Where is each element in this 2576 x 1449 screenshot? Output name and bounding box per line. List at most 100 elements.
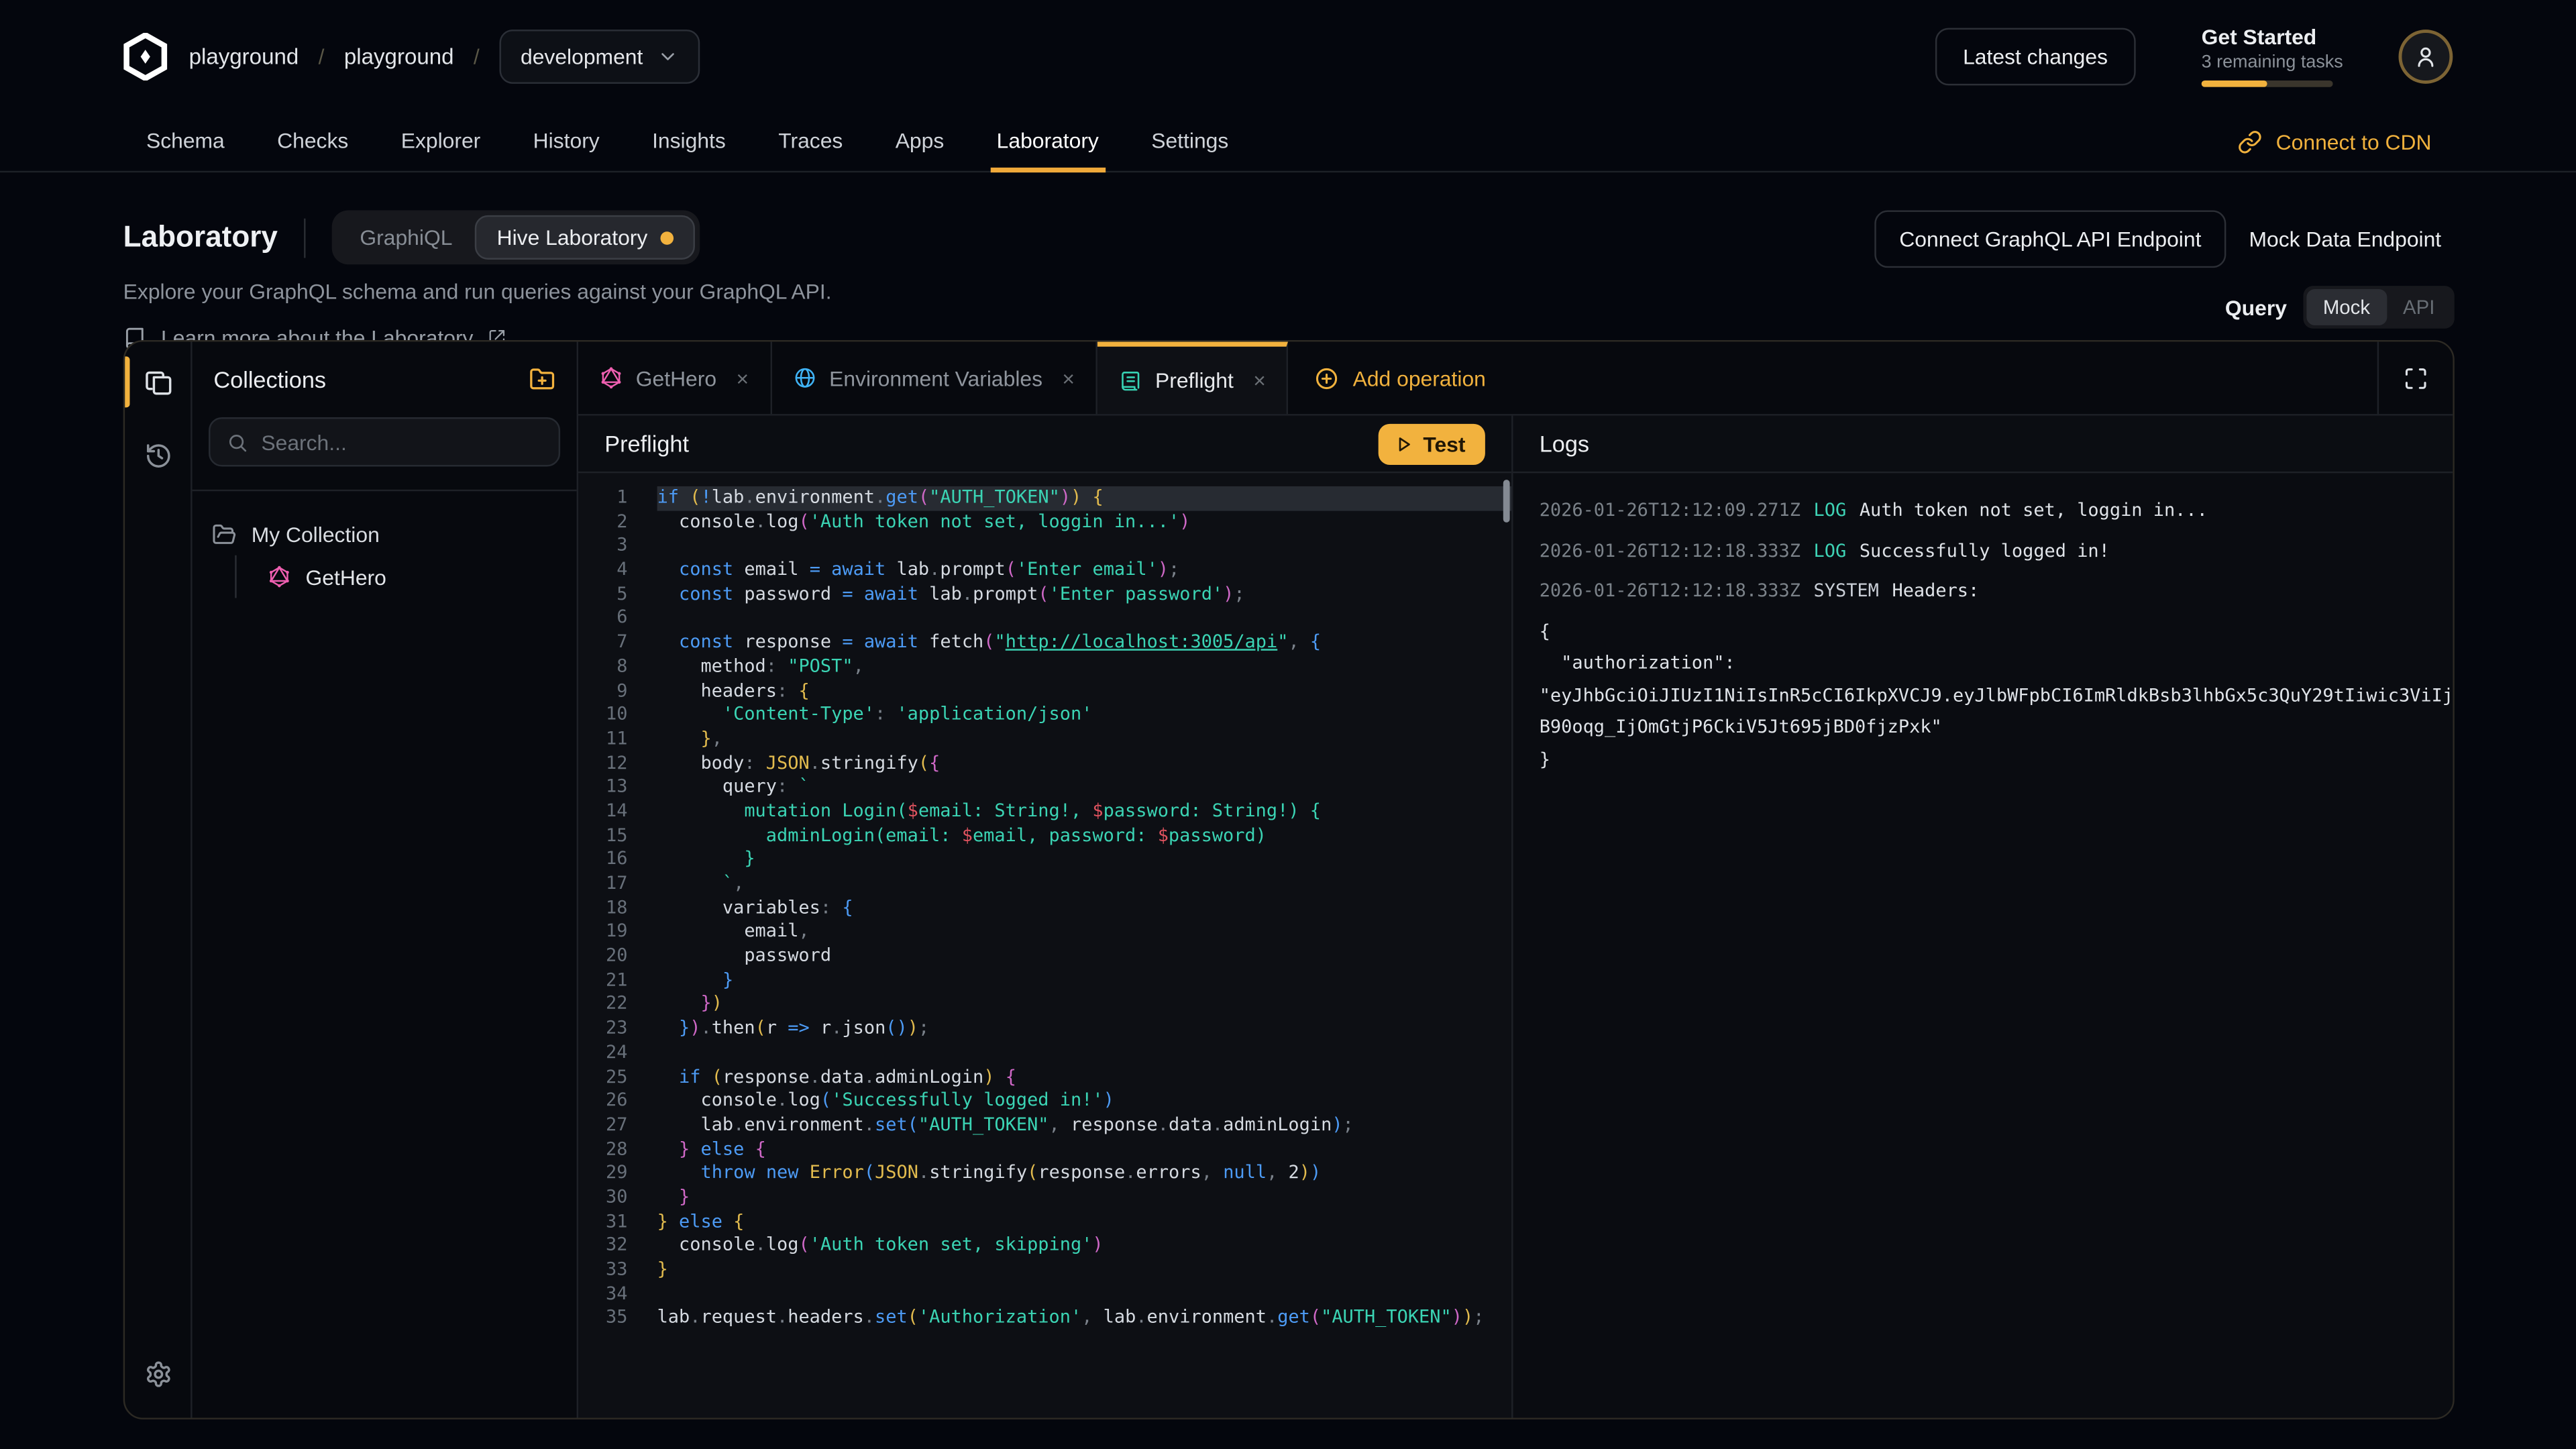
search-icon <box>227 431 248 453</box>
editor-scrollbar-thumb[interactable] <box>1503 480 1510 523</box>
code-line: 26 console.log('Successfully logged in!'… <box>578 1089 1511 1114</box>
code-line: 1if (!lab.environment.get("AUTH_TOKEN"))… <box>578 486 1511 511</box>
nav-tab-explorer[interactable]: Explorer <box>394 112 487 173</box>
code-line: 25 if (response.data.adminLogin) { <box>578 1065 1511 1089</box>
laboratory-workspace: Collections Search... My Collection GetH… <box>123 340 2455 1419</box>
user-avatar[interactable] <box>2399 29 2453 83</box>
close-icon[interactable]: × <box>1062 366 1075 390</box>
person-icon <box>2414 44 2438 68</box>
query-mode-toggle: Mock API <box>2303 286 2454 329</box>
tab-preflight[interactable]: Preflight × <box>1097 341 1289 414</box>
code-line: 17 `, <box>578 872 1511 896</box>
line-number: 9 <box>578 680 627 704</box>
add-operation-label: Add operation <box>1353 366 1486 390</box>
mode-option-hive-laboratory[interactable]: Hive Laboratory <box>476 215 696 260</box>
log-entry: 2026-01-26T12:12:09.271ZLOGAuth token no… <box>1540 494 2426 527</box>
active-mode-dot <box>661 231 674 244</box>
close-icon[interactable]: × <box>1253 368 1266 393</box>
line-number: 17 <box>578 872 627 896</box>
code-line: 9 headers: { <box>578 680 1511 704</box>
line-number: 23 <box>578 1017 627 1041</box>
mock-data-endpoint-button[interactable]: Mock Data Endpoint <box>2236 212 2455 266</box>
tab-label: Environment Variables <box>829 366 1042 390</box>
nav-tab-settings[interactable]: Settings <box>1144 112 1235 173</box>
target-selector-value: development <box>521 44 643 68</box>
query-mode-mock[interactable]: Mock <box>2306 289 2386 325</box>
latest-changes-button[interactable]: Latest changes <box>1935 27 2135 85</box>
add-operation-button[interactable]: Add operation <box>1289 341 1512 414</box>
nav-tab-checks[interactable]: Checks <box>270 112 355 173</box>
collection-folder-label: My Collection <box>252 522 380 547</box>
operation-tabbar: GetHero × Environment Variables × Prefli… <box>578 341 2453 415</box>
collection-operation-gethero[interactable]: GetHero <box>268 555 386 598</box>
tab-gethero[interactable]: GetHero × <box>578 341 771 414</box>
line-number: 1 <box>578 486 627 511</box>
folder-open-icon <box>212 522 237 547</box>
preflight-panel-title: Preflight <box>604 431 689 457</box>
line-number: 20 <box>578 945 627 969</box>
nav-tab-apps[interactable]: Apps <box>889 112 951 173</box>
nav-tab-history[interactable]: History <box>527 112 606 173</box>
code-line: 11 }, <box>578 728 1511 752</box>
rail-history-button[interactable] <box>124 419 191 492</box>
target-selector[interactable]: development <box>499 29 700 83</box>
line-number: 27 <box>578 1114 627 1138</box>
graphql-icon <box>268 565 290 588</box>
get-started-widget[interactable]: Get Started 3 remaining tasks <box>2202 24 2333 87</box>
line-number: 35 <box>578 1307 627 1331</box>
mode-option-graphiql[interactable]: GraphiQL <box>337 215 476 260</box>
code-line: 18 variables: { <box>578 896 1511 920</box>
code-line: 32 console.log('Auth token set, skipping… <box>578 1234 1511 1258</box>
line-number: 28 <box>578 1138 627 1162</box>
new-collection-folder-plus-icon[interactable] <box>529 366 555 392</box>
line-number: 32 <box>578 1234 627 1258</box>
logs-panel: Logs 2026-01-26T12:12:09.271ZLOGAuth tok… <box>1513 416 2453 1418</box>
connect-to-cdn-label: Connect to CDN <box>2276 129 2432 154</box>
tree-indent-guide <box>235 555 236 598</box>
graphql-icon <box>600 366 623 389</box>
breadcrumb-org[interactable]: playground <box>189 44 299 68</box>
fullscreen-button[interactable] <box>2377 341 2453 414</box>
breadcrumb-project[interactable]: playground <box>344 44 454 68</box>
code-line: 16 } <box>578 848 1511 872</box>
close-icon[interactable]: × <box>736 366 749 390</box>
code-line: 28 } else { <box>578 1138 1511 1162</box>
line-number: 31 <box>578 1210 627 1234</box>
connect-to-cdn-link[interactable]: Connect to CDN <box>2238 112 2453 171</box>
nav-tab-insights[interactable]: Insights <box>645 112 732 173</box>
collection-folder-my-collection[interactable]: My Collection <box>212 513 557 555</box>
divider <box>304 217 305 257</box>
code-line: 33} <box>578 1258 1511 1283</box>
query-mode-api[interactable]: API <box>2387 289 2451 325</box>
nav-tab-laboratory[interactable]: Laboratory <box>990 112 1106 173</box>
connect-graphql-endpoint-button[interactable]: Connect GraphQL API Endpoint <box>1875 210 2226 268</box>
line-number: 3 <box>578 535 627 559</box>
page-title: Laboratory <box>123 220 278 254</box>
code-line: 21 } <box>578 969 1511 993</box>
code-lines: 1if (!lab.environment.get("AUTH_TOKEN"))… <box>578 486 1511 1331</box>
collections-search-input[interactable]: Search... <box>209 417 560 466</box>
tab-label: Preflight <box>1155 368 1234 393</box>
line-number: 18 <box>578 896 627 920</box>
code-line: 15 adminLogin(email: $email, password: $… <box>578 824 1511 848</box>
line-number: 11 <box>578 728 627 752</box>
line-number: 14 <box>578 800 627 824</box>
rail-settings-button[interactable] <box>124 1337 191 1411</box>
code-line: 7 const response = await fetch("http://l… <box>578 631 1511 655</box>
code-line: 4 const email = await lab.prompt('Enter … <box>578 559 1511 583</box>
line-number: 34 <box>578 1283 627 1307</box>
nav-tab-traces[interactable]: Traces <box>771 112 849 173</box>
line-number: 10 <box>578 704 627 728</box>
nav-tab-schema[interactable]: Schema <box>140 112 231 173</box>
preflight-code-editor[interactable]: 1if (!lab.environment.get("AUTH_TOKEN"))… <box>578 473 1511 1417</box>
tab-environment-variables[interactable]: Environment Variables × <box>771 341 1097 414</box>
line-number: 25 <box>578 1065 627 1089</box>
rail-collections-button[interactable] <box>124 345 191 419</box>
collections-title: Collections <box>213 366 326 392</box>
header-actions: Latest changes Get Started 3 remaining t… <box>1935 24 2453 87</box>
code-line: 10 'Content-Type': 'application/json' <box>578 704 1511 728</box>
test-button[interactable]: Test <box>1379 423 1485 464</box>
line-number: 19 <box>578 920 627 945</box>
play-icon <box>1395 435 1413 453</box>
log-entry: 2026-01-26T12:12:18.333ZSYSTEMHeaders: <box>1540 575 2426 607</box>
